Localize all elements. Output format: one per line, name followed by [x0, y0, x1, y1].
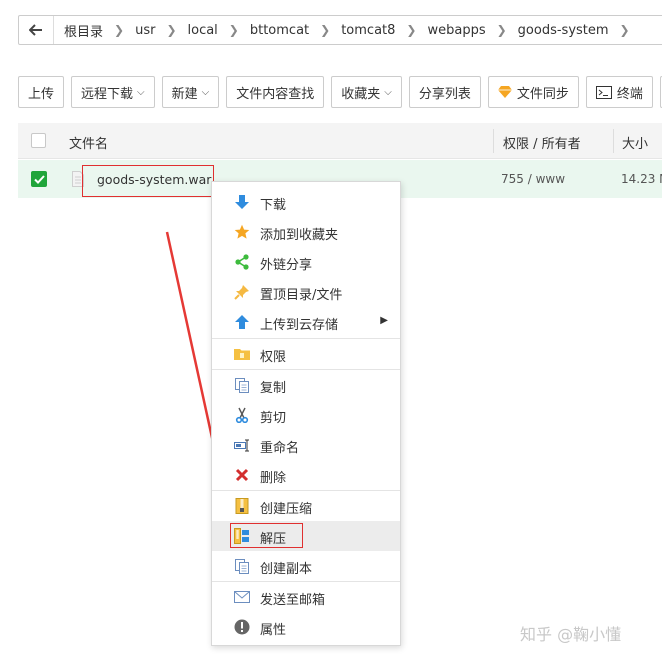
menu-label: 下载 [260, 198, 287, 213]
unzip-icon [234, 528, 250, 544]
menu-label: 创建压缩 [260, 502, 313, 517]
menu-item-send-email[interactable]: 发送至邮箱 [212, 582, 400, 612]
menu-label: 外链分享 [260, 258, 313, 273]
scissors-icon [234, 407, 250, 423]
star-icon [234, 224, 250, 240]
menu-item-permission[interactable]: 权限 [212, 339, 400, 369]
delete-x-icon [234, 467, 250, 483]
menu-item-rename[interactable]: 重命名 [212, 430, 400, 460]
menu-item-properties[interactable]: 属性 [212, 612, 400, 642]
menu-item-cut[interactable]: 剪切 [212, 400, 400, 430]
menu-item-upload-cloud[interactable]: 上传到云存储 ▶ [212, 307, 400, 337]
menu-label: 创建副本 [260, 562, 313, 577]
menu-label: 权限 [260, 350, 287, 365]
menu-item-extract[interactable]: 解压 [212, 521, 400, 551]
menu-item-copy[interactable]: 复制 [212, 370, 400, 400]
menu-label: 上传到云存储 [260, 318, 339, 333]
pin-icon [234, 284, 250, 300]
menu-label: 复制 [260, 381, 287, 396]
duplicate-icon [234, 558, 250, 574]
info-icon [234, 619, 250, 635]
menu-label: 属性 [260, 623, 287, 638]
menu-item-pin-top[interactable]: 置顶目录/文件 [212, 277, 400, 307]
menu-label: 置顶目录/文件 [260, 288, 343, 303]
menu-item-compress[interactable]: 创建压缩 [212, 491, 400, 521]
menu-label: 重命名 [260, 441, 300, 456]
menu-label: 添加到收藏夹 [260, 228, 339, 243]
menu-item-share-link[interactable]: 外链分享 [212, 247, 400, 277]
menu-label: 解压 [260, 532, 287, 547]
folder-icon [234, 346, 250, 362]
menu-label: 发送至邮箱 [260, 593, 326, 608]
context-menu: 下载 添加到收藏夹 外链分享 置顶目录/文件 上传到云存储 ▶ 权限 复制 剪切… [211, 181, 401, 646]
mail-icon [234, 589, 250, 605]
watermark: 知乎 @鞠小懂 [520, 625, 622, 644]
menu-item-delete[interactable]: 删除 [212, 460, 400, 490]
upload-arrow-icon [234, 314, 250, 330]
copy-icon [234, 377, 250, 393]
menu-item-add-favorite[interactable]: 添加到收藏夹 [212, 217, 400, 247]
rename-icon [234, 437, 250, 453]
zip-icon [234, 498, 250, 514]
download-arrow-icon [234, 194, 250, 210]
menu-label: 剪切 [260, 411, 287, 426]
share-icon [234, 254, 250, 270]
submenu-arrow-icon: ▶ [380, 315, 388, 326]
menu-label: 删除 [260, 471, 287, 486]
menu-item-duplicate[interactable]: 创建副本 [212, 551, 400, 581]
menu-item-download[interactable]: 下载 [212, 187, 400, 217]
